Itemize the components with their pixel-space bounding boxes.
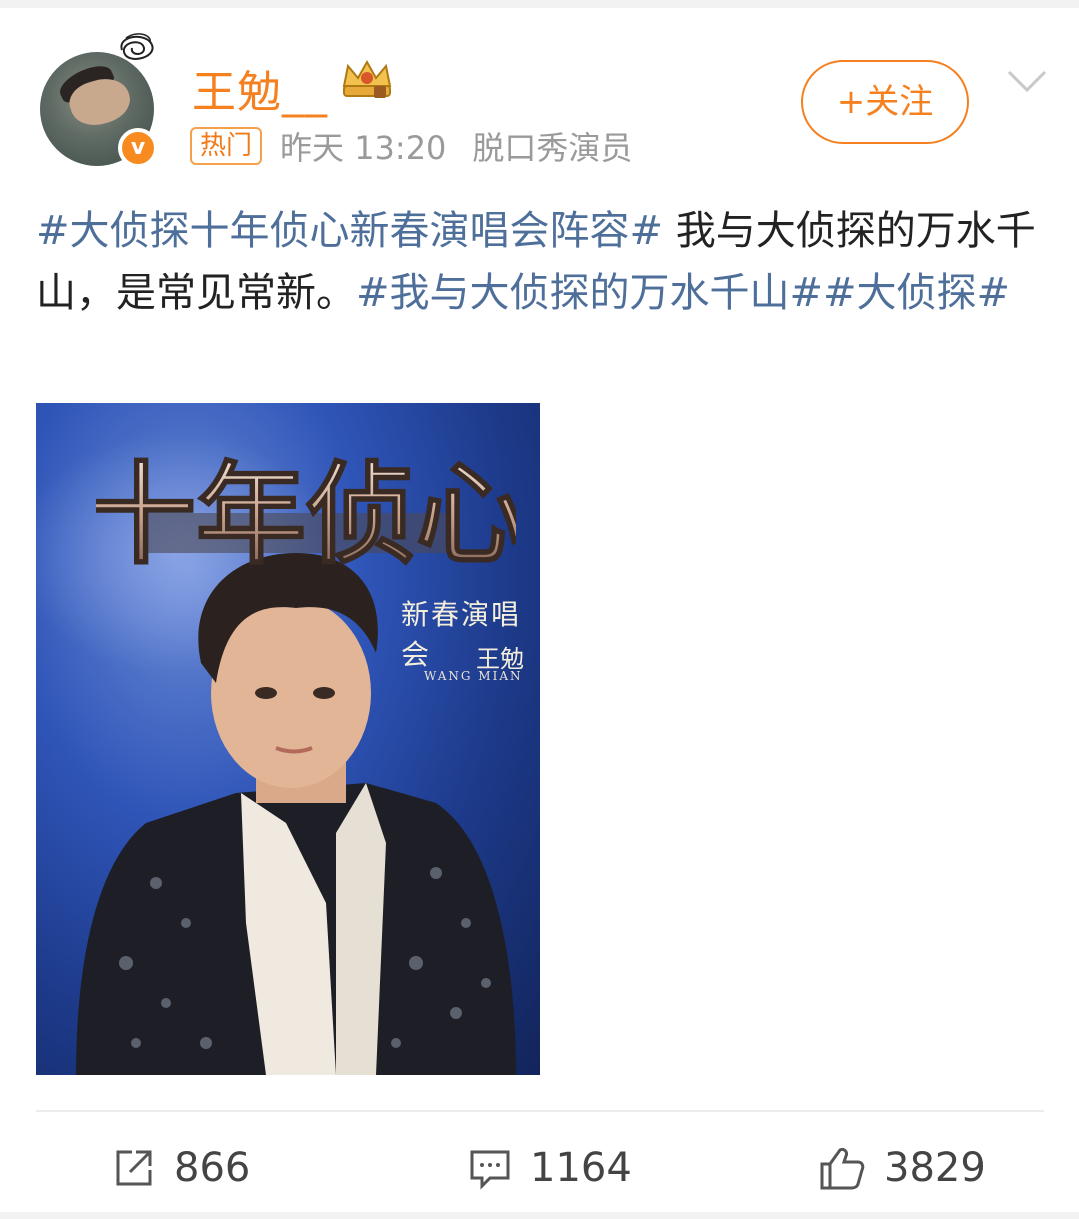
crown-badge-icon[interactable] [338,56,396,104]
post-time: 昨天 13:20 [280,129,447,167]
bottom-divider-strip [0,1212,1079,1219]
comment-count: 1164 [530,1145,632,1191]
thumbs-up-icon [820,1148,865,1190]
repost-count: 866 [174,1145,251,1191]
repost-icon [116,1150,152,1186]
post-body: #大侦探十年侦心新春演唱会阵容# 我与大侦探的万水千山，是常见常新。#我与大侦探… [36,200,1036,324]
top-divider-strip [0,0,1079,8]
verified-badge-icon: v [118,128,158,168]
chevron-down-icon[interactable] [1006,68,1048,96]
user-role: 脱口秀演员 [472,129,633,167]
topic-link[interactable]: #大侦探十年侦心新春演唱会阵容# [36,208,663,254]
repost-button[interactable]: 866 [112,1138,250,1198]
like-button[interactable]: 3829 [818,1138,986,1198]
comment-button[interactable]: 1164 [468,1138,632,1198]
poster-title-text: 十年侦心 [96,450,516,579]
hot-tag: 热门 [190,127,263,165]
scribble-decoration-icon [120,33,154,60]
actions-divider [36,1110,1044,1112]
poster-title-art: 十年侦心 [96,449,516,580]
username[interactable]: 王勉__ [192,56,328,120]
follow-button[interactable]: +关注 [801,60,969,144]
post-image[interactable]: 十年侦心 新春演唱会 王勉 WANG MIAN [36,403,540,1075]
poster-name-english: WANG MIAN [424,669,523,683]
like-count: 3829 [884,1145,986,1191]
comment-icon [470,1150,510,1190]
topic-link[interactable]: #我与大侦探的万水千山##大侦探# [356,270,1010,316]
post-meta: 热门 昨天 13:20 脱口秀演员 [190,126,633,167]
